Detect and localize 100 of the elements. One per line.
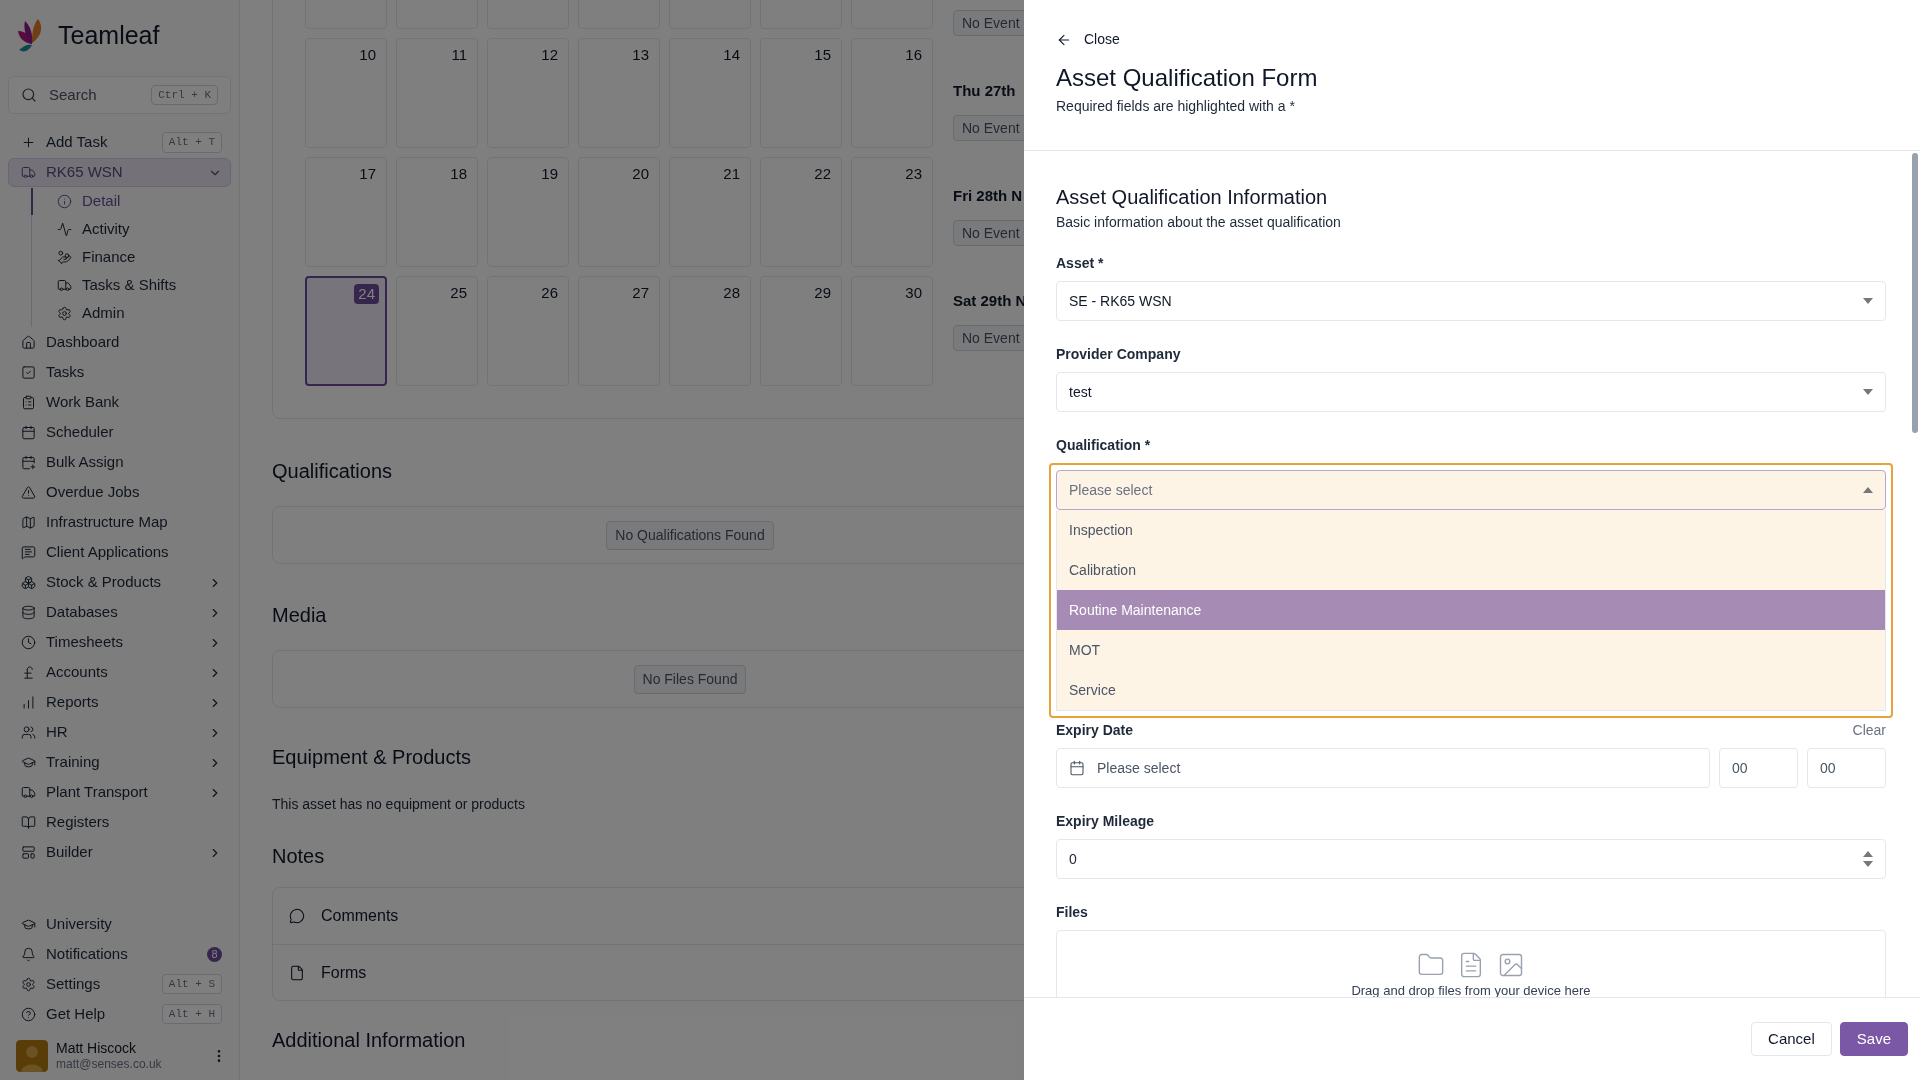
calendar-day[interactable]: 10	[305, 38, 387, 148]
file-drop-area[interactable]: Drag and drop files from your device here	[1056, 930, 1886, 997]
dropdown-option[interactable]: Service	[1057, 670, 1885, 710]
sidebar-item[interactable]: Add Task Alt + T	[8, 128, 231, 157]
calendar-day[interactable]: 19	[487, 157, 569, 267]
sidebar-item[interactable]: Finance	[33, 244, 231, 271]
clear-link[interactable]: Clear	[1852, 720, 1886, 741]
calendar-day[interactable]: 26	[487, 276, 569, 386]
field-label: Qualification *	[1056, 436, 1152, 455]
calendar-day[interactable]: 23	[851, 157, 933, 267]
user-email: matt@senses.co.uk	[56, 1057, 162, 1072]
day-number: 15	[813, 45, 832, 65]
calendar-day[interactable]: 16	[851, 38, 933, 148]
sidebar-item[interactable]: Admin	[33, 300, 231, 327]
calendar-day[interactable]: 11	[396, 38, 478, 148]
sidebar-item[interactable]: Infrastructure Map	[8, 508, 231, 537]
agenda-day-heading: Fri 28th N	[953, 186, 1024, 205]
calendar-day[interactable]: 29	[760, 276, 842, 386]
sidebar-item[interactable]: Detail	[33, 188, 231, 215]
file-icon	[289, 964, 305, 981]
sidebar-item[interactable]: Stock & Products	[8, 568, 231, 597]
calendar-day[interactable]: 17	[305, 157, 387, 267]
sidebar-item[interactable]: Notifications 8	[8, 939, 231, 969]
dropdown-option[interactable]: Calibration	[1057, 550, 1885, 590]
calendar-plus-icon	[21, 455, 36, 470]
field-placeholder: Please select	[1097, 758, 1181, 778]
shortcut-hint: Alt + S	[161, 973, 222, 995]
date-field[interactable]: Please select	[1056, 748, 1710, 788]
notes-row[interactable]: Comments	[273, 888, 1024, 944]
sidebar-item[interactable]: Dashboard	[8, 328, 231, 357]
calendar-day[interactable]: 12	[487, 38, 569, 148]
sidebar-item[interactable]: HR	[8, 718, 231, 747]
home-icon	[21, 335, 36, 350]
calendar-day[interactable]: 15	[760, 38, 842, 148]
day-number: 23	[904, 164, 923, 184]
select-field[interactable]: test	[1056, 372, 1886, 412]
clipboard-icon	[21, 395, 36, 410]
minute-field[interactable]: 00	[1807, 748, 1886, 788]
calendar-day[interactable]: 18	[396, 157, 478, 267]
section-heading: Notes	[272, 844, 326, 869]
dropdown-option[interactable]: Routine Maintenance	[1057, 590, 1885, 630]
sidebar-item[interactable]: Reports	[8, 688, 231, 717]
sidebar-item[interactable]: Client Applications	[8, 538, 231, 567]
sidebar-item[interactable]: Get Help Alt + H	[8, 999, 231, 1029]
sidebar-item[interactable]: Tasks & Shifts	[33, 272, 231, 299]
dropdown-option[interactable]: MOT	[1057, 630, 1885, 670]
agenda-badge: No Event	[953, 10, 1024, 36]
sidebar-item[interactable]: Plant Transport	[8, 778, 231, 807]
sidebar-item[interactable]: Databases	[8, 598, 231, 627]
brand-name: Teamleaf	[58, 20, 160, 52]
calendar-day[interactable]: 14	[669, 38, 751, 148]
calendar-day[interactable]: 25	[396, 276, 478, 386]
sidebar-item[interactable]: RK65 WSN	[8, 158, 231, 187]
field-label: Expiry Mileage	[1056, 812, 1156, 831]
sidebar-item[interactable]: University	[8, 909, 231, 939]
save-button[interactable]: Save	[1839, 1022, 1908, 1056]
sidebar-item[interactable]: Scheduler	[8, 418, 231, 447]
sidebar-item[interactable]: Overdue Jobs	[8, 478, 231, 507]
avatar-icon	[16, 1039, 48, 1072]
sidebar-item[interactable]: Builder	[8, 838, 231, 867]
select-field[interactable]: SE - RK65 WSN	[1056, 281, 1886, 321]
calendar-day[interactable]: 20	[578, 157, 660, 267]
calendar-day[interactable]: 27	[578, 276, 660, 386]
caret-icon	[1863, 389, 1873, 395]
hour-field[interactable]: 00	[1719, 748, 1798, 788]
day-number: 19	[540, 164, 559, 184]
speech-bubble-icon	[289, 908, 305, 924]
calendar-day[interactable]: 30	[851, 276, 933, 386]
truck-icon	[57, 278, 72, 293]
pound-icon	[21, 665, 36, 680]
sidebar-item[interactable]: Registers	[8, 808, 231, 837]
search-field[interactable]: Search Ctrl + K	[8, 76, 231, 114]
sidebar-item[interactable]: Training	[8, 748, 231, 777]
calendar-day[interactable]: 24	[305, 276, 387, 386]
sidebar-item[interactable]: Accounts	[8, 658, 231, 687]
section-heading: Additional Information	[272, 1028, 467, 1053]
section-heading: Qualifications	[272, 459, 394, 484]
calendar-day[interactable]: 28	[669, 276, 751, 386]
calendar-icon	[1069, 760, 1085, 776]
calendar-day[interactable]: 13	[578, 38, 660, 148]
sidebar-item[interactable]: Timesheets	[8, 628, 231, 657]
sidebar-item[interactable]: Activity	[33, 216, 231, 243]
calendar-day[interactable]: 22	[760, 157, 842, 267]
empty-message: This asset has no equipment or products	[272, 795, 526, 814]
sidebar-item[interactable]: Settings Alt + S	[8, 969, 231, 999]
cancel-button[interactable]: Cancel	[1751, 1022, 1832, 1056]
number-field[interactable]: 0	[1056, 839, 1886, 879]
agenda-badge: No Event	[953, 220, 1024, 246]
scrollbar-thumb[interactable]	[1912, 153, 1918, 433]
user-name: Matt Hiscock	[56, 1039, 138, 1057]
calendar-day[interactable]: 21	[669, 157, 751, 267]
clock-icon	[21, 635, 36, 650]
sidebar-item[interactable]: Bulk Assign	[8, 448, 231, 477]
close-link[interactable]: Close	[1056, 29, 1120, 50]
select-field[interactable]: Please select	[1056, 470, 1886, 510]
dropdown-option[interactable]: Inspection	[1057, 510, 1885, 550]
sidebar-item[interactable]: Tasks	[8, 358, 231, 387]
sidebar-item[interactable]: Work Bank	[8, 388, 231, 417]
plus-icon	[21, 135, 36, 150]
day-number: 24	[354, 284, 379, 304]
